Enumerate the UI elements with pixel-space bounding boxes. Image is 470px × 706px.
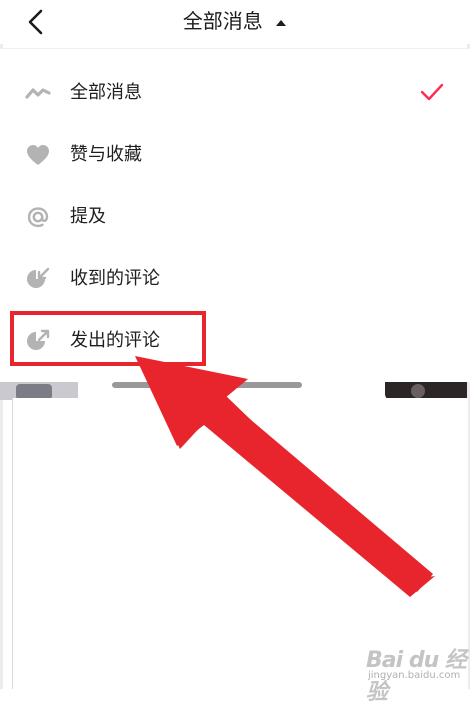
menu-item-label: 收到的评论 (70, 268, 160, 289)
at-icon (25, 204, 51, 230)
menu-item-mentions[interactable]: 提及 (0, 185, 470, 247)
menu-item-label: 全部消息 (70, 82, 142, 103)
feed-item-text (112, 382, 302, 388)
menu-item-label: 赞与收藏 (70, 144, 142, 165)
menu-item-received-comments[interactable]: 收到的评论 (0, 247, 470, 309)
highlight-box (10, 311, 206, 366)
caret-up-icon (276, 19, 287, 26)
heart-icon (25, 142, 51, 168)
watermark-url: jingyan.baidu.com (368, 670, 461, 681)
menu-item-label: 提及 (70, 206, 106, 227)
menu-item-all-messages[interactable]: 全部消息 (0, 61, 470, 123)
menu-item-likes-favorites[interactable]: 赞与收藏 (0, 123, 470, 185)
message-filter-dropdown[interactable]: 全部消息 (0, 5, 470, 34)
wave-icon (25, 80, 51, 106)
top-bar: 全部消息 (0, 0, 470, 44)
comment-received-icon (25, 266, 51, 292)
watermark: Bai du 经验 jingyan.baidu.com (366, 642, 467, 705)
checkmark-icon (420, 83, 444, 101)
page-title: 全部消息 (182, 9, 263, 33)
